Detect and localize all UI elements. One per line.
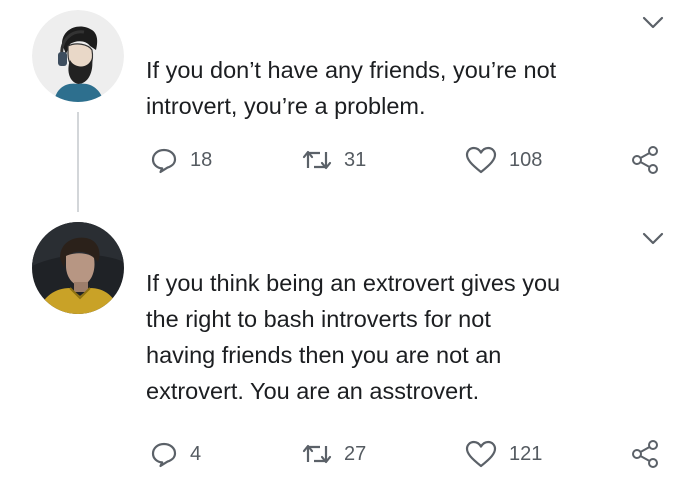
like-count: 121 xyxy=(509,442,543,465)
tweet-text-line: having friends then you are not an xyxy=(146,342,502,368)
retweet-count: 31 xyxy=(344,148,367,171)
retweet-button[interactable]: 27 xyxy=(302,434,366,474)
bearded-man-headphones-avatar-icon xyxy=(32,10,124,102)
reply-count: 4 xyxy=(190,442,202,465)
chevron-down-icon[interactable] xyxy=(642,16,664,30)
tweet-text-line: If you think being an extrovert gives yo… xyxy=(146,270,561,296)
tweet-text-line: If you don’t have any friends, you’re no… xyxy=(146,57,557,83)
share-button[interactable] xyxy=(630,140,660,180)
reply-icon xyxy=(151,148,177,174)
avatar[interactable] xyxy=(32,222,124,314)
like-button[interactable]: 108 xyxy=(465,140,542,180)
retweet-icon xyxy=(302,444,332,464)
retweet-count: 27 xyxy=(344,442,367,465)
heart-icon xyxy=(465,146,497,174)
like-button[interactable]: 121 xyxy=(465,434,542,474)
chevron-down-icon[interactable] xyxy=(642,232,664,246)
heart-icon xyxy=(465,440,497,468)
share-icon xyxy=(632,440,658,468)
reply-button[interactable]: 4 xyxy=(150,434,201,474)
tweet-actions: 18 31 108 xyxy=(0,140,700,180)
reply-count: 18 xyxy=(190,148,213,171)
tweet-text-line: extrovert. You are an asstrovert. xyxy=(146,378,480,404)
reply-button[interactable]: 18 xyxy=(150,140,212,180)
retweet-icon xyxy=(302,150,332,170)
tweet-actions: 4 27 121 xyxy=(0,434,700,474)
tweet-text-line: the right to bash introverts for not xyxy=(146,306,491,332)
retweet-button[interactable]: 31 xyxy=(302,140,366,180)
young-man-yellow-jacket-avatar-icon xyxy=(32,222,124,314)
like-count: 108 xyxy=(509,148,543,171)
share-button[interactable] xyxy=(630,434,660,474)
tweet-text: If you don’t have any friends, you’re no… xyxy=(146,52,556,124)
tweet-text: If you think being an extrovert gives yo… xyxy=(146,265,560,409)
reply-icon xyxy=(151,442,177,468)
share-icon xyxy=(632,146,658,174)
avatar[interactable] xyxy=(32,10,124,102)
tweet-text-line: introvert, you’re a problem. xyxy=(146,93,426,119)
